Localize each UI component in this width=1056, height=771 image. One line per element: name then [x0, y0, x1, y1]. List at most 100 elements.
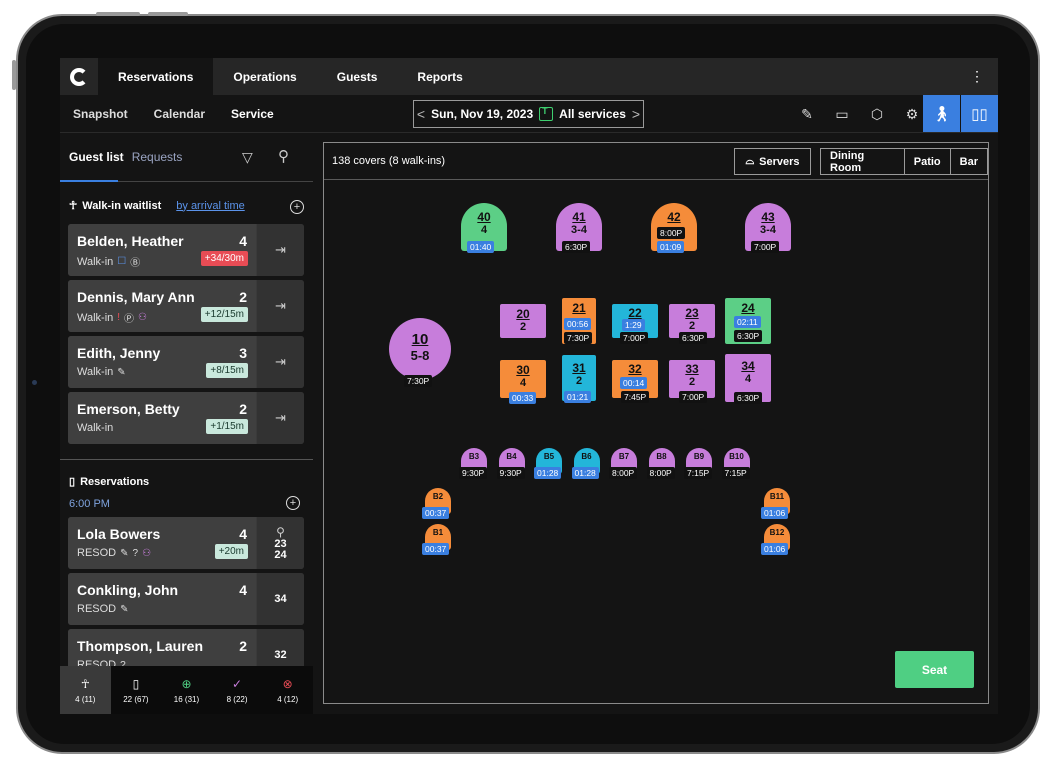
table-number: 42	[667, 210, 681, 224]
seat-number: B1	[432, 528, 444, 537]
volume-button	[96, 12, 140, 16]
table-number: 22	[628, 306, 642, 320]
table-21[interactable]: 21 00:56 7:30P	[562, 298, 596, 344]
bar-seat-b10[interactable]: B10 7:15P	[721, 448, 750, 479]
time-tag: 7:30P	[564, 332, 593, 344]
table-size: 2	[575, 375, 583, 387]
table-41[interactable]: 41 3-4 6:30P	[556, 203, 602, 253]
time-tag: 7:00P	[751, 241, 780, 253]
table-number: 10	[411, 331, 429, 348]
timer-tag: 01:06	[761, 507, 789, 519]
bar-seat-b7[interactable]: B7 8:00P	[609, 448, 638, 479]
table-20[interactable]: 20 2	[500, 304, 546, 338]
timer-tag: 00:14	[620, 377, 648, 389]
table-size: 4	[480, 224, 488, 236]
bar-seat-b3[interactable]: B3 9:30P	[459, 448, 488, 479]
seat-button[interactable]: Seat	[895, 651, 974, 688]
seat-number: B10	[729, 452, 744, 461]
table-size: 2	[519, 321, 527, 333]
time-tag: 8:00P	[657, 227, 686, 239]
table-32[interactable]: 32 00:14 7:45P	[612, 360, 658, 403]
table-number: 34	[741, 359, 755, 373]
timer-tag: 01:28	[534, 467, 562, 479]
table-size: 4	[744, 373, 752, 385]
table-size: 3-4	[760, 224, 776, 236]
bar-seat-b11[interactable]: B11 01:06	[761, 488, 790, 519]
table-number: 30	[516, 363, 530, 377]
timer-tag: 02:11	[734, 316, 761, 328]
table-30[interactable]: 30 4 00:33	[500, 360, 546, 404]
table-24[interactable]: 24 02:11 6:30P	[725, 298, 771, 344]
timer-tag: 00:56	[564, 318, 592, 330]
timer-tag: 01:28	[571, 467, 599, 479]
time-tag: 9:30P	[496, 467, 525, 479]
time-tag: 6:30P	[734, 330, 763, 342]
timer-tag: 1:29	[622, 319, 645, 331]
bar-seat-b2[interactable]: B2 00:37	[422, 488, 451, 519]
seat-number: B12	[769, 528, 785, 537]
time-tag: 8:00P	[609, 467, 638, 479]
table-number: 31	[572, 361, 586, 375]
table-10[interactable]: 10 5-8 7:30P	[389, 318, 451, 387]
seat-number: B6	[581, 452, 592, 461]
table-size: 2	[688, 376, 696, 388]
time-tag: 8:00P	[646, 467, 675, 479]
table-number: 23	[685, 306, 699, 320]
timer-tag: 00:37	[422, 507, 450, 519]
table-34[interactable]: 34 4 6:30P	[725, 354, 771, 404]
timer-tag: 00:37	[422, 543, 450, 555]
table-number: 32	[628, 362, 642, 376]
table-43[interactable]: 43 3-4 7:00P	[745, 203, 791, 253]
camera	[32, 380, 37, 385]
bar-seat-b5[interactable]: B5 01:28	[534, 448, 562, 479]
table-size: 5-8	[410, 348, 430, 363]
seat-number: B9	[693, 452, 705, 461]
table-22[interactable]: 22 1:29 7:00P	[612, 304, 658, 344]
time-tag: 7:15P	[721, 467, 750, 479]
table-size: 3-4	[571, 224, 587, 236]
time-tag: 7:30P	[404, 375, 433, 387]
seat-number: B11	[769, 492, 785, 501]
seat-number: B8	[656, 452, 667, 461]
app-screen: Reservations Operations Guests Reports ⋮…	[60, 58, 998, 714]
volume-button	[148, 12, 188, 16]
power-button	[12, 60, 16, 90]
timer-tag: 01:21	[564, 391, 592, 403]
time-tag: 6:30P	[734, 392, 763, 404]
time-tag: 7:00P	[679, 391, 708, 403]
table-number: 43	[761, 210, 775, 224]
seat-number: B7	[618, 452, 630, 461]
time-tag: 7:45P	[621, 391, 650, 403]
table-42[interactable]: 42 8:00P 01:09	[651, 203, 697, 253]
time-tag: 6:30P	[562, 241, 591, 253]
seat-number: B3	[468, 452, 480, 461]
timer-tag: 01:40	[467, 241, 495, 253]
table-23[interactable]: 23 2 6:30P	[669, 304, 715, 344]
seat-number: B2	[432, 492, 444, 501]
table-40[interactable]: 40 4 01:40	[461, 203, 507, 253]
time-tag: 6:30P	[679, 332, 708, 344]
time-tag: 7:00P	[620, 332, 649, 344]
seat-number: B5	[543, 452, 555, 461]
table-number: 24	[741, 301, 755, 315]
table-number: 20	[516, 307, 530, 321]
seat-number: B4	[506, 452, 517, 461]
table-size: 4	[519, 377, 527, 389]
timer-tag: 00:33	[509, 392, 537, 404]
bar-seat-b8[interactable]: B8 8:00P	[646, 448, 675, 479]
table-size: 2	[688, 320, 696, 332]
bar-seat-b12[interactable]: B12 01:06	[761, 524, 790, 555]
timer-tag: 01:09	[657, 241, 685, 253]
bar-seat-b9[interactable]: B9 7:15P	[684, 448, 713, 479]
table-number: 40	[477, 210, 491, 224]
table-number: 21	[572, 301, 586, 315]
table-number: 33	[685, 362, 699, 376]
table-number: 41	[572, 210, 586, 224]
table-33[interactable]: 33 2 7:00P	[669, 360, 715, 403]
table-31[interactable]: 31 2 01:21	[562, 355, 596, 403]
bar-seat-b1[interactable]: B1 00:37	[422, 524, 451, 555]
floor-tables: 40 4 01:40 41 3-4 6:30P 42 8:00P 01:09 4…	[60, 58, 998, 714]
time-tag: 7:15P	[684, 467, 713, 479]
bar-seat-b4[interactable]: B4 9:30P	[496, 448, 525, 479]
bar-seat-b6[interactable]: B6 01:28	[571, 448, 600, 479]
